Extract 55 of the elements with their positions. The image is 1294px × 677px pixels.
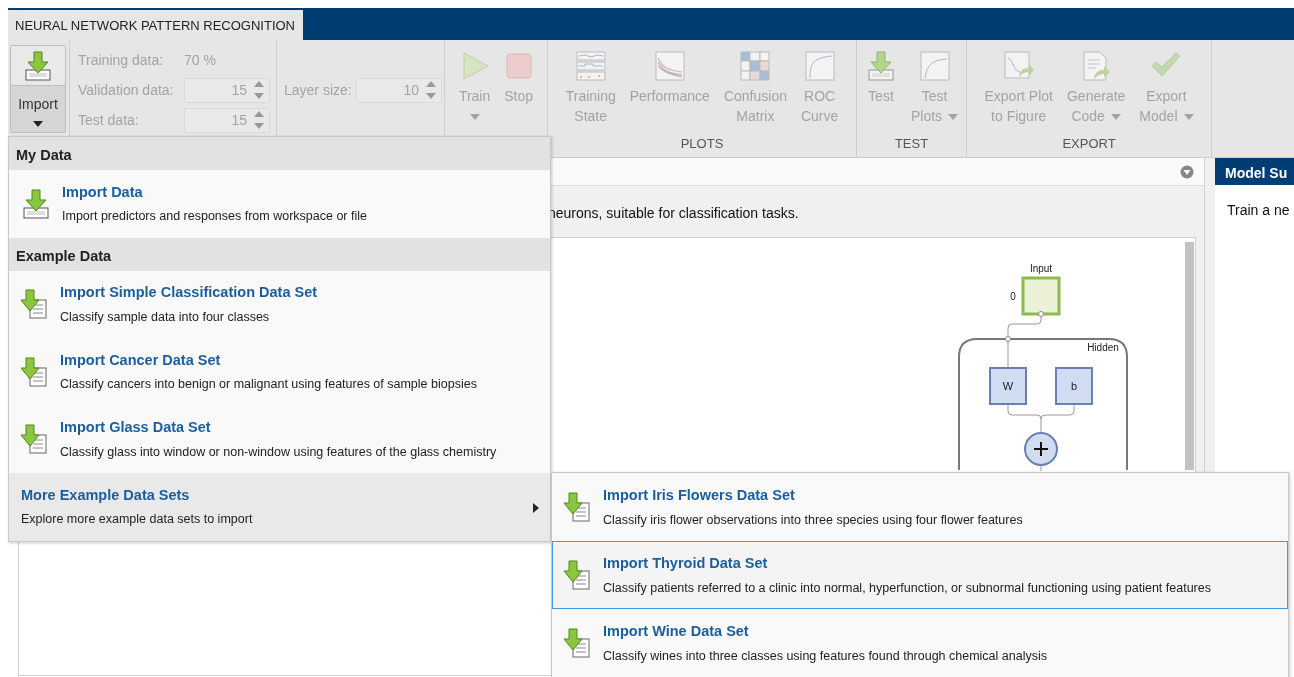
input-node — [1021, 276, 1061, 316]
collapse-icon — [1180, 164, 1194, 179]
menu-item[interactable]: Import Cancer Data Set Classify cancers into benign or malignant using features of sample biopsies — [9, 338, 550, 406]
menu-item[interactable]: Import Thyroid Data Set Classify patients referred to a clinic into normal, hyperfunction, or subnormal functioning using patient features — [552, 541, 1288, 609]
menu-item[interactable]: Import Glass Data Set Classify glass into window or non-window using features of the glass chemistry — [9, 405, 550, 473]
menu-item[interactable]: Import Simple Classification Data Set Classify sample data into four classes — [9, 270, 550, 338]
curve-chart-icon — [918, 50, 951, 82]
curve-chart-icon — [803, 50, 836, 82]
window-tab[interactable]: NEURAL NETWORK PATTERN RECOGNITION — [8, 10, 303, 40]
node-label: Input — [1029, 263, 1053, 274]
document-arrow-icon — [1080, 50, 1113, 82]
menu-header: My Data — [9, 137, 550, 170]
submenu-arrow-icon — [533, 503, 539, 513]
field-label: Validation data: — [78, 80, 175, 100]
bias-node — [1055, 367, 1093, 405]
menu-item[interactable]: Import Iris Flowers Data Set Classify iris flower observations into three species using four flower features — [552, 473, 1288, 541]
sum-node — [1024, 432, 1058, 466]
spin-arrows-icon — [253, 80, 265, 100]
menu-item[interactable]: More Example Data Sets Explore more example data sets to import — [9, 473, 550, 541]
dataset-import-icon — [20, 355, 50, 388]
spin-arrows-icon — [253, 110, 265, 130]
dataset-import-icon — [20, 423, 50, 456]
dataset-import-icon — [563, 559, 593, 591]
panel-text: Train a ne — [1226, 201, 1291, 220]
import-icon — [20, 187, 52, 220]
node-label: b — [1070, 380, 1078, 392]
field-label: Training data: — [78, 50, 165, 70]
panel-title: Model Su — [1215, 158, 1294, 185]
section-label: PLOTS — [679, 135, 725, 153]
line-chart-icon — [653, 50, 686, 82]
dataset-import-icon — [20, 288, 50, 321]
section-label: EXPORT — [1061, 135, 1117, 153]
connector-line — [1007, 404, 1075, 434]
field-label: Test data: — [78, 110, 140, 130]
connector-line — [1040, 465, 1042, 472]
menu-header: Example Data — [9, 237, 550, 271]
export-chart-icon — [1002, 50, 1035, 82]
node-index: 0 — [1010, 291, 1016, 302]
spin-arrows-icon — [425, 80, 437, 100]
field-value: 70 % — [184, 50, 216, 70]
import-button[interactable]: Import — [10, 45, 66, 133]
import-icon — [22, 49, 54, 82]
caret-icon — [33, 121, 43, 127]
node-label: W — [1002, 380, 1014, 392]
layer-label: Hidden — [1087, 342, 1119, 353]
dataset-import-icon — [563, 491, 593, 523]
grid-icon — [739, 50, 772, 82]
menu-item[interactable]: Import Wine Data Set Classify wines into three classes using features found through chemical analysis — [552, 609, 1288, 677]
dataset-import-icon — [563, 627, 593, 659]
weight-node — [989, 367, 1027, 405]
line-charts-icon — [574, 50, 607, 82]
section-label: TEST — [893, 135, 930, 153]
stop-icon — [504, 52, 533, 80]
field-label: Layer size: — [284, 80, 353, 100]
menu-item[interactable]: Import Data Import predictors and responses from workspace or file — [9, 170, 550, 238]
